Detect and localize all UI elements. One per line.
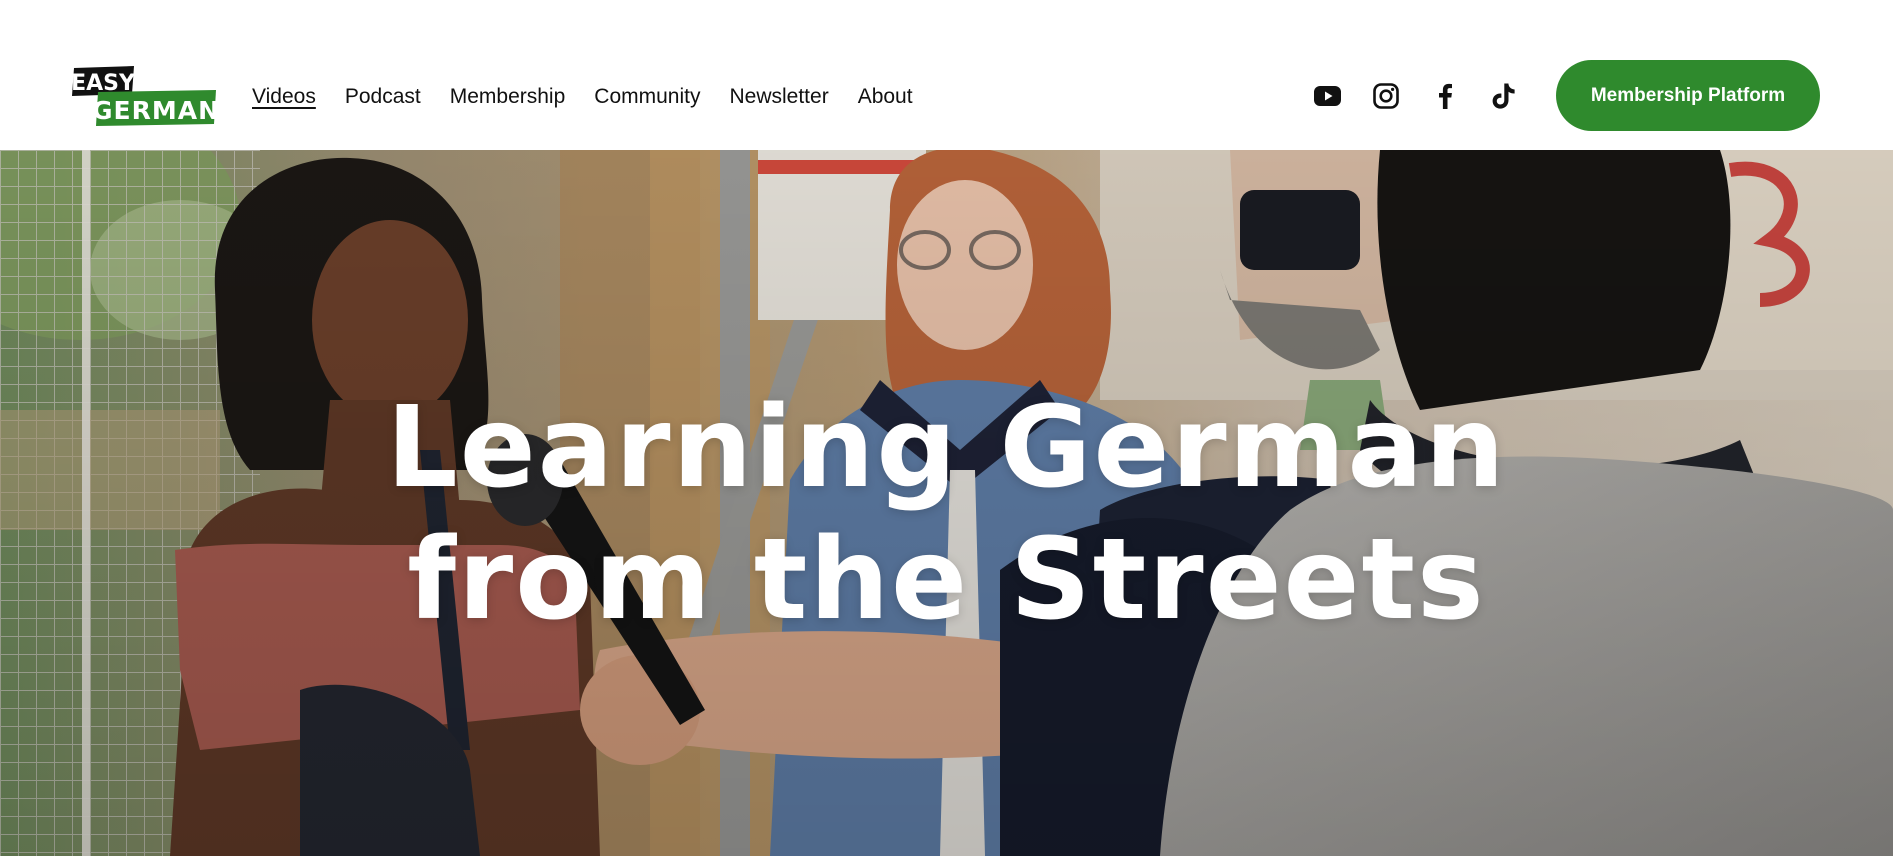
site-header: EASY GERMAN Videos Podcast Membership Co… xyxy=(0,0,1893,150)
hero-title-line-1: Learning German xyxy=(386,383,1507,513)
nav-membership[interactable]: Membership xyxy=(450,83,566,111)
youtube-icon[interactable] xyxy=(1312,81,1342,111)
facebook-icon[interactable] xyxy=(1430,81,1460,111)
hero-title-line-2: from the Streets xyxy=(407,515,1486,645)
logo-text-german: GERMAN xyxy=(92,96,216,125)
hero-title: Learning German from the Streets xyxy=(0,382,1893,646)
instagram-icon[interactable] xyxy=(1371,81,1401,111)
main-nav: Videos Podcast Membership Community News… xyxy=(252,82,942,112)
nav-podcast[interactable]: Podcast xyxy=(345,83,421,111)
membership-platform-button[interactable]: Membership Platform xyxy=(1556,60,1820,131)
easy-german-logo[interactable]: EASY GERMAN xyxy=(72,66,216,126)
nav-newsletter[interactable]: Newsletter xyxy=(729,83,828,111)
tiktok-icon[interactable] xyxy=(1489,81,1519,111)
nav-about[interactable]: About xyxy=(858,83,913,111)
social-links xyxy=(1312,78,1548,114)
nav-community[interactable]: Community xyxy=(594,83,700,111)
nav-videos[interactable]: Videos xyxy=(252,83,316,111)
hero-section: Learning German from the Streets xyxy=(0,150,1893,856)
